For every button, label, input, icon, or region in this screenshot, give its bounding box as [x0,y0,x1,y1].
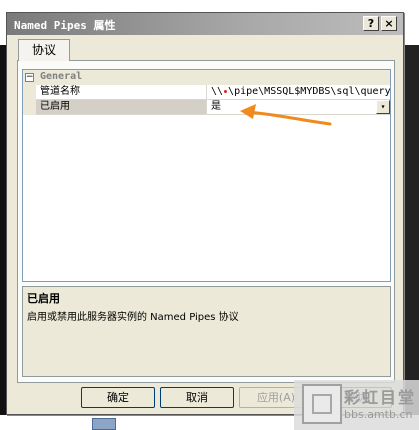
annotation-arrow-icon [240,104,332,126]
tab-protocol[interactable]: 协议 [18,39,70,61]
watermark-seal-icon [302,384,342,424]
watermark-text: 彩虹目堂 [344,388,417,407]
watermark-url: bbs.amtb.cn [344,408,413,421]
